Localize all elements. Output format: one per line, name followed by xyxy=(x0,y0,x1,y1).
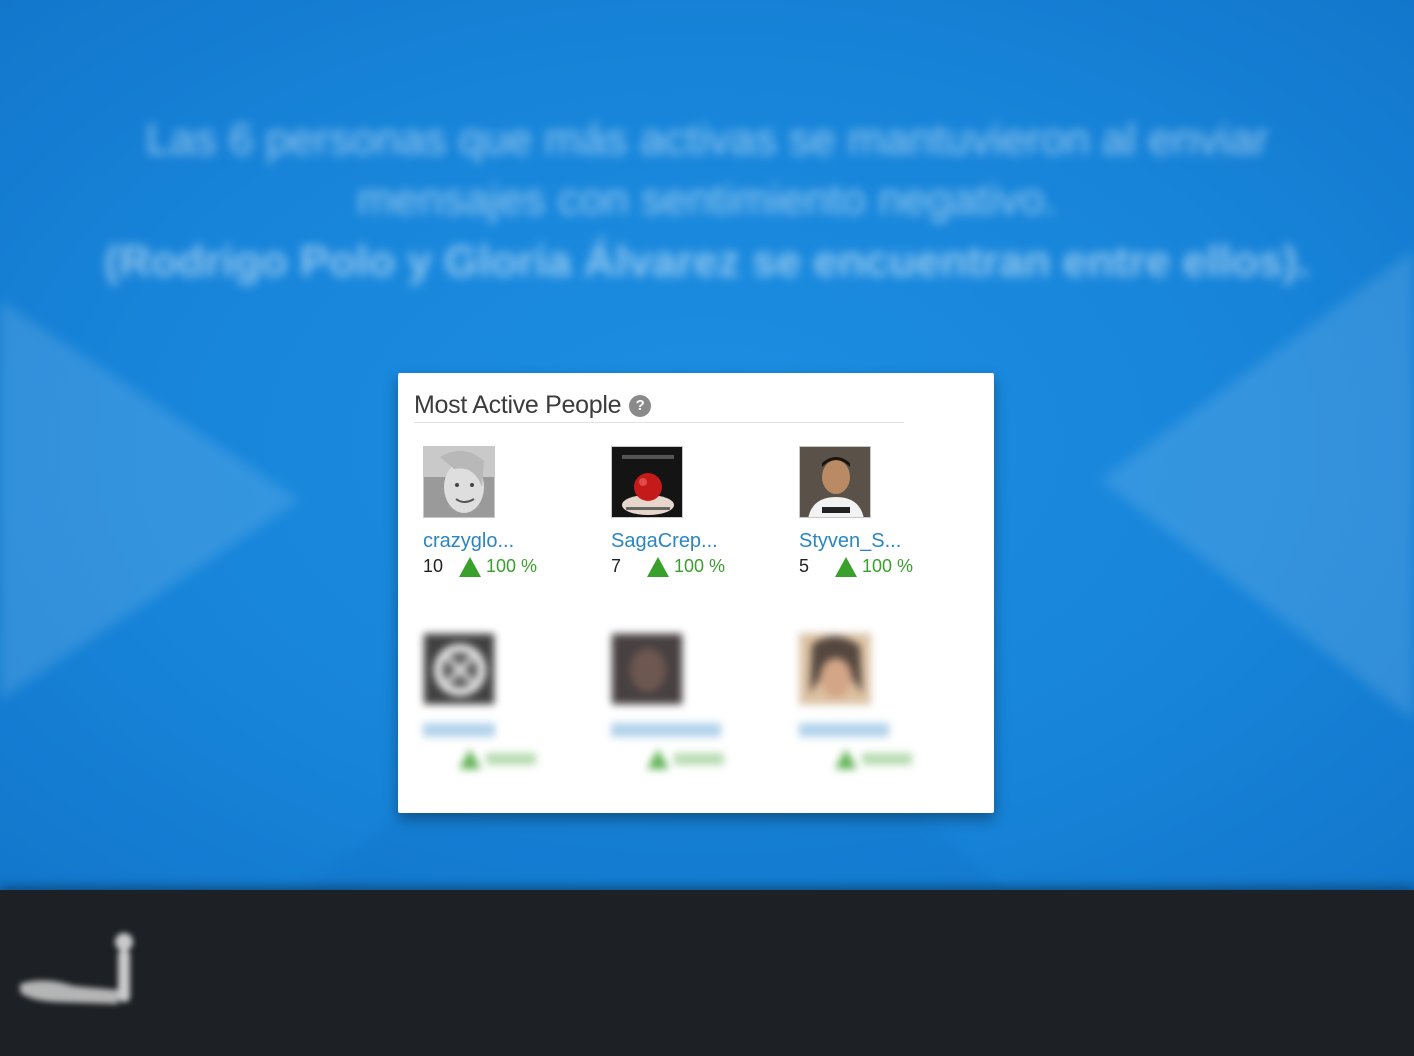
slide-caption: Las 6 personas que más activas se mantuv… xyxy=(70,110,1344,294)
triangle-up-icon xyxy=(835,749,857,769)
person-name-link[interactable]: crazyglo... xyxy=(423,530,514,553)
woman-portrait-icon xyxy=(424,447,494,517)
dark-portrait-icon xyxy=(612,634,682,704)
caption-line-2: mensajes con sentimiento negativo. xyxy=(357,175,1057,224)
sentiment-percent xyxy=(862,753,912,765)
person-stats: 5 100 % xyxy=(799,556,913,577)
triangle-up-icon xyxy=(647,749,669,769)
person-stats xyxy=(799,749,912,769)
avatar[interactable] xyxy=(799,633,871,705)
apple-icon xyxy=(612,447,682,517)
person-stats xyxy=(611,749,724,769)
widget-header: Most Active People ? xyxy=(414,389,904,423)
triangle-up-icon xyxy=(459,556,481,577)
person-name-link[interactable]: SagaCrep... xyxy=(611,530,718,553)
person-name-link[interactable] xyxy=(611,723,721,737)
brand-logo-icon xyxy=(20,933,133,1004)
sentiment-percent: 100 % xyxy=(486,556,538,576)
triangle-up-icon xyxy=(835,556,857,577)
mention-count: 7 xyxy=(611,556,622,576)
emblem-icon xyxy=(424,634,494,704)
mention-count: 5 xyxy=(799,556,810,576)
person-stats: 10 100 % xyxy=(423,556,537,577)
person-stats: 7 100 % xyxy=(611,556,725,577)
person-card[interactable]: SagaCrep... 7 100 % xyxy=(611,446,781,596)
sentiment-percent: 100 % xyxy=(674,556,726,576)
man-portrait-icon xyxy=(800,447,870,517)
sentiment-percent xyxy=(486,753,536,765)
avatar[interactable] xyxy=(423,446,495,518)
mention-count: 10 xyxy=(423,556,444,576)
sentiment-percent: 100 % xyxy=(862,556,914,576)
triangle-up-icon xyxy=(647,556,669,577)
slide-background: Las 6 personas que más activas se mantuv… xyxy=(0,0,1414,890)
help-icon[interactable]: ? xyxy=(629,394,652,417)
sentiment-percent xyxy=(674,753,724,765)
avatar[interactable] xyxy=(611,446,683,518)
person-name-link[interactable] xyxy=(799,723,889,737)
person-name-link[interactable] xyxy=(423,723,495,737)
person-card[interactable] xyxy=(423,633,593,783)
avatar[interactable] xyxy=(799,446,871,518)
avatar[interactable] xyxy=(611,633,683,705)
triangle-up-icon xyxy=(459,749,481,769)
person-card[interactable] xyxy=(611,633,781,783)
caption-line-3: (Rodrigo Polo y Gloria Álvarez se encuen… xyxy=(104,237,1310,286)
person-card[interactable]: crazyglo... 10 100 % xyxy=(423,446,593,596)
most-active-people-widget: Most Active People ? crazyglo... 10 100 … xyxy=(398,373,994,813)
person-name-link[interactable]: Styven_S... xyxy=(799,530,901,553)
person-card[interactable] xyxy=(799,633,969,783)
avatar[interactable] xyxy=(423,633,495,705)
person-card[interactable]: Styven_S... 5 100 % xyxy=(799,446,969,596)
widget-title: Most Active People xyxy=(414,391,622,419)
woman-portrait-color-icon xyxy=(800,634,870,704)
footer-bar xyxy=(0,890,1414,1056)
caption-line-1: Las 6 personas que más activas se mantuv… xyxy=(145,115,1269,164)
person-stats xyxy=(423,749,536,769)
